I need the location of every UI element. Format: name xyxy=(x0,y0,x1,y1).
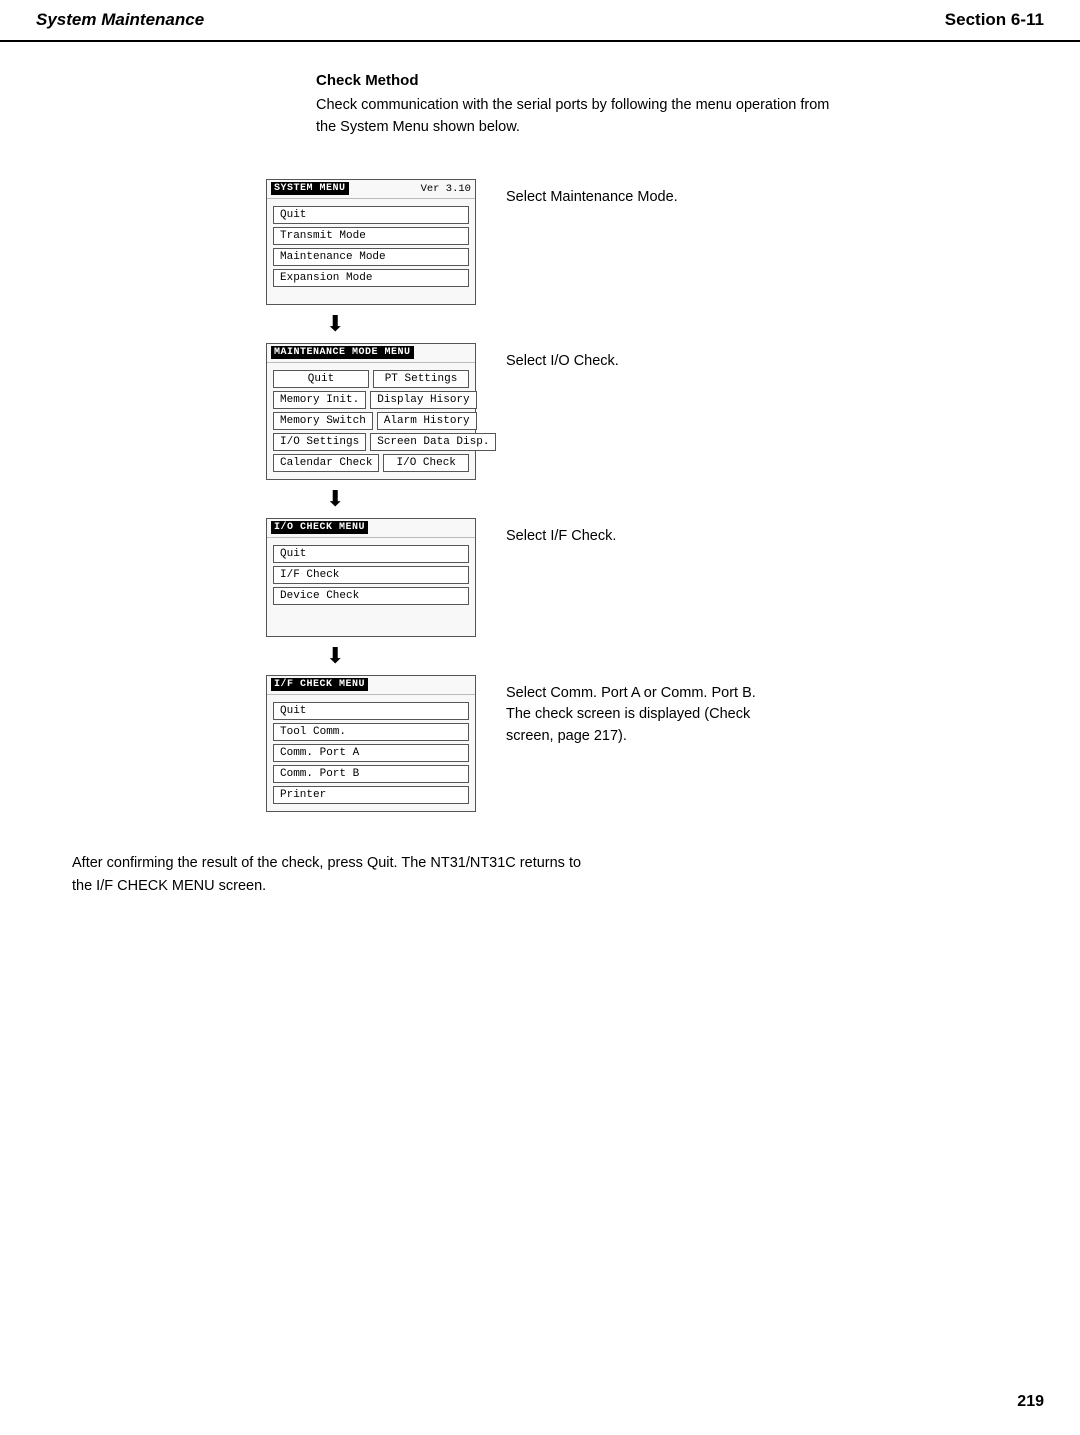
if-check-menu-title: I/F CHECK MENU xyxy=(271,678,368,691)
footer-text: After confirming the result of the check… xyxy=(72,852,1044,898)
maintenance-menu-title: MAINTENANCE MODE MENU xyxy=(271,346,414,359)
check-method-heading: Check Method xyxy=(316,72,1044,89)
maintenance-row-4: I/O Settings Screen Data Disp. xyxy=(273,433,469,451)
step-row-1: SYSTEM MENU Ver 3.10 Quit Transmit Mode … xyxy=(266,179,678,305)
system-menu-screen: SYSTEM MENU Ver 3.10 Quit Transmit Mode … xyxy=(266,179,476,305)
if-tool-comm-btn[interactable]: Tool Comm. xyxy=(273,723,469,741)
step-label-2: Select I/O Check. xyxy=(506,343,619,373)
check-method-body: Check communication with the serial port… xyxy=(316,95,1044,139)
system-transmit-btn[interactable]: Transmit Mode xyxy=(273,227,469,245)
header-left: System Maintenance xyxy=(36,10,204,30)
step-label-4: Select Comm. Port A or Comm. Port B. The… xyxy=(506,675,776,748)
io-check-menu-screen: I/O CHECK MENU Quit I/F Check Device Che… xyxy=(266,518,476,637)
io-if-check-btn[interactable]: I/F Check xyxy=(273,566,469,584)
if-comm-port-a-btn[interactable]: Comm. Port A xyxy=(273,744,469,762)
diagrams-section: SYSTEM MENU Ver 3.10 Quit Transmit Mode … xyxy=(266,179,1044,812)
system-menu-body: Quit Transmit Mode Maintenance Mode Expa… xyxy=(267,199,475,304)
system-quit-btn[interactable]: Quit xyxy=(273,206,469,224)
maint-memory-switch-btn[interactable]: Memory Switch xyxy=(273,412,373,430)
maintenance-row-1: Quit PT Settings xyxy=(273,370,469,388)
maint-quit-btn[interactable]: Quit xyxy=(273,370,369,388)
step-row-2: MAINTENANCE MODE MENU Quit PT Settings M… xyxy=(266,343,619,480)
header-right: Section 6-11 xyxy=(945,10,1044,30)
if-quit-btn[interactable]: Quit xyxy=(273,702,469,720)
arrow-1: ⬇ xyxy=(326,311,344,337)
maint-pt-settings-btn[interactable]: PT Settings xyxy=(373,370,469,388)
maintenance-menu-header-row: MAINTENANCE MODE MENU xyxy=(267,344,475,363)
maintenance-row-5: Calendar Check I/O Check xyxy=(273,454,469,472)
system-maintenance-btn[interactable]: Maintenance Mode xyxy=(273,248,469,266)
maint-io-settings-btn[interactable]: I/O Settings xyxy=(273,433,366,451)
io-check-menu-body: Quit I/F Check Device Check xyxy=(267,538,475,636)
maint-screen-data-btn[interactable]: Screen Data Disp. xyxy=(370,433,496,451)
system-expansion-btn[interactable]: Expansion Mode xyxy=(273,269,469,287)
if-check-menu-header-row: I/F CHECK MENU xyxy=(267,676,475,695)
step-row-4: I/F CHECK MENU Quit Tool Comm. Comm. Por… xyxy=(266,675,776,812)
system-menu-title: SYSTEM MENU xyxy=(271,182,349,195)
io-check-menu-title: I/O CHECK MENU xyxy=(271,521,368,534)
step-label-3: Select I/F Check. xyxy=(506,518,616,548)
maint-io-check-btn[interactable]: I/O Check xyxy=(383,454,469,472)
io-check-menu-header-row: I/O CHECK MENU xyxy=(267,519,475,538)
maintenance-row-2: Memory Init. Display Hisory xyxy=(273,391,469,409)
main-content: Check Method Check communication with th… xyxy=(0,42,1080,928)
maintenance-menu-screen: MAINTENANCE MODE MENU Quit PT Settings M… xyxy=(266,343,476,480)
system-menu-version: Ver 3.10 xyxy=(421,183,471,195)
if-comm-port-b-btn[interactable]: Comm. Port B xyxy=(273,765,469,783)
if-printer-btn[interactable]: Printer xyxy=(273,786,469,804)
page-header: System Maintenance Section 6-11 xyxy=(0,0,1080,42)
maint-calendar-check-btn[interactable]: Calendar Check xyxy=(273,454,379,472)
down-arrow-icon-2: ⬇ xyxy=(326,486,344,512)
page-number: 219 xyxy=(1017,1393,1044,1411)
io-quit-btn[interactable]: Quit xyxy=(273,545,469,563)
maint-display-history-btn[interactable]: Display Hisory xyxy=(370,391,476,409)
arrow-3: ⬇ xyxy=(326,643,344,669)
maintenance-menu-body: Quit PT Settings Memory Init. Display Hi… xyxy=(267,363,475,479)
maintenance-row-3: Memory Switch Alarm History xyxy=(273,412,469,430)
if-check-menu-body: Quit Tool Comm. Comm. Port A Comm. Port … xyxy=(267,695,475,811)
arrow-2: ⬇ xyxy=(326,486,344,512)
maint-memory-init-btn[interactable]: Memory Init. xyxy=(273,391,366,409)
io-device-check-btn[interactable]: Device Check xyxy=(273,587,469,605)
step-label-1: Select Maintenance Mode. xyxy=(506,179,678,209)
maint-alarm-history-btn[interactable]: Alarm History xyxy=(377,412,477,430)
system-menu-header-row: SYSTEM MENU Ver 3.10 xyxy=(267,180,475,199)
down-arrow-icon-1: ⬇ xyxy=(326,311,344,337)
if-check-menu-screen: I/F CHECK MENU Quit Tool Comm. Comm. Por… xyxy=(266,675,476,812)
down-arrow-icon-3: ⬇ xyxy=(326,643,344,669)
step-row-3: I/O CHECK MENU Quit I/F Check Device Che… xyxy=(266,518,616,637)
